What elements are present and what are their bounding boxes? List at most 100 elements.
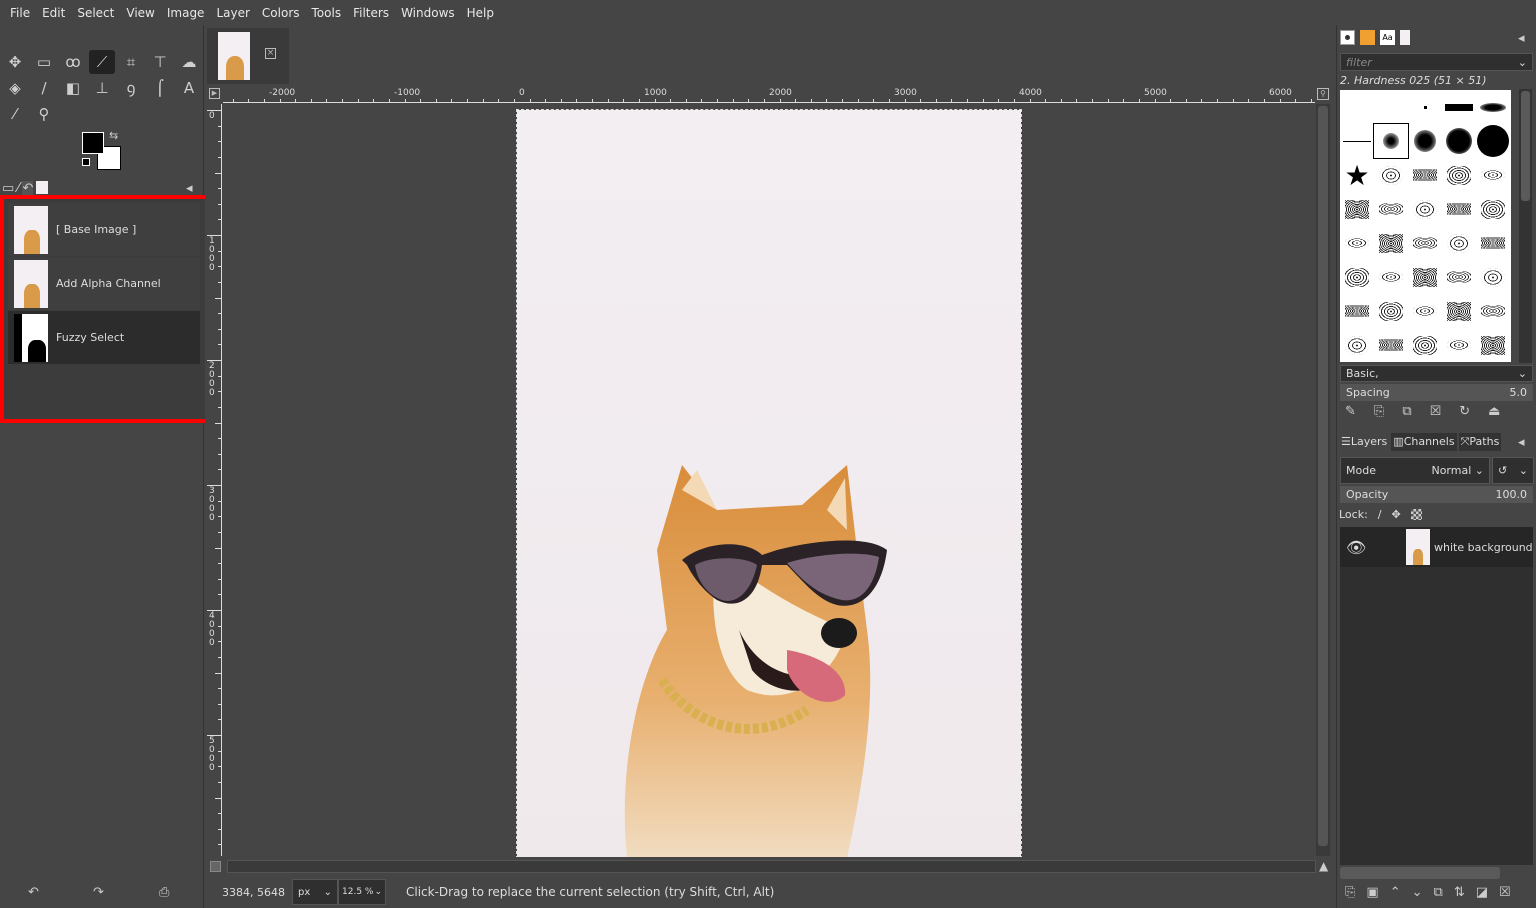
brush-item[interactable] [1442,90,1476,124]
swap-colors-icon[interactable]: ⇆ [109,129,118,142]
brush-item[interactable] [1374,192,1408,226]
brush-item[interactable] [1476,328,1510,362]
menu-view[interactable]: View [120,6,160,20]
brush-item[interactable] [1442,260,1476,294]
panel-menu-icon[interactable]: ◂ [186,181,193,196]
panel-menu-icon[interactable]: ◂ [1518,435,1525,450]
brushes-grid[interactable]: ★ [1340,90,1511,362]
brush-item[interactable] [1340,192,1374,226]
text-icon[interactable]: A [176,76,202,100]
clone-icon[interactable]: ⊥ [89,76,115,100]
brush-tag-select[interactable]: Basic, ⌄ [1340,365,1533,382]
brush-item[interactable] [1408,158,1442,192]
delete-brush-icon[interactable]: ☒ [1430,404,1442,419]
menu-select[interactable]: Select [71,6,120,20]
delete-layer-icon[interactable]: ☒ [1499,885,1511,900]
smudge-icon[interactable]: ꝯ [118,76,144,100]
brush-item[interactable] [1442,158,1476,192]
brush-item[interactable] [1340,294,1374,328]
open-brush-icon[interactable]: ⏏ [1488,404,1500,419]
brushes-scrollbar[interactable] [1519,89,1532,363]
image-canvas[interactable] [516,109,1022,857]
menu-colors[interactable]: Colors [256,6,306,20]
layer-mask-icon[interactable]: ◪ [1476,885,1488,900]
brush-item[interactable] [1476,294,1510,328]
warp-icon[interactable]: ☁ [176,50,202,74]
layers-hscrollbar[interactable] [1340,867,1500,879]
brush-item[interactable] [1340,124,1374,158]
mode-select[interactable]: Mode Normal ⌄ [1340,457,1490,484]
brush-item[interactable] [1374,294,1408,328]
brush-item[interactable] [1408,124,1442,158]
layer-row[interactable]: 👁 white background [1340,527,1533,567]
raise-layer-icon[interactable]: ⌃ [1390,885,1401,900]
lock-pixels-icon[interactable]: ∕ [1378,508,1382,521]
transform-icon[interactable]: ⊤ [147,50,173,74]
close-tab-icon[interactable]: × [265,48,276,59]
duplicate-brush-icon[interactable]: ⧉ [1402,404,1411,419]
lock-position-icon[interactable]: ✥ [1392,508,1401,521]
redo-icon[interactable]: ↷ [93,885,104,900]
menu-filters[interactable]: Filters [347,6,395,20]
ruler-menu-icon[interactable]: ▶ [209,88,220,99]
bucket-fill-icon[interactable]: ◈ [2,76,28,100]
composite-mode-select[interactable]: ↺ ⌄ [1492,457,1534,484]
move-icon[interactable]: ✥ [2,50,28,74]
zoom-select[interactable]: 12.5 % ⌄ [338,879,386,905]
image-tab[interactable]: × [207,28,289,84]
fonts-tab-icon[interactable]: Aa [1380,30,1395,45]
brush-item[interactable] [1374,158,1408,192]
color-picker-icon[interactable]: ⁄ [2,102,28,126]
history-item[interactable]: [ Base Image ] [8,203,200,256]
new-brush-icon[interactable]: ⎘ [1374,404,1384,419]
brush-item[interactable] [1374,90,1408,124]
brush-item[interactable] [1374,226,1408,260]
navigate-icon[interactable]: ▲ [1319,859,1328,873]
brush-item[interactable] [1476,260,1510,294]
history-item[interactable]: Fuzzy Select [8,311,200,364]
reset-colors-icon[interactable] [82,158,90,166]
tab-channels[interactable]: ▥Channels [1391,433,1457,451]
quick-mask-icon[interactable] [210,861,221,872]
zoom-fit-icon[interactable]: ⚲ [1317,88,1329,100]
lock-alpha-icon[interactable] [1410,509,1422,520]
lower-layer-icon[interactable]: ⌄ [1412,885,1423,900]
tab-layers[interactable]: ☰Layers [1339,433,1389,451]
brush-item[interactable] [1408,192,1442,226]
duplicate-layer-icon[interactable]: ⧉ [1434,885,1443,900]
menu-file[interactable]: File [4,6,36,20]
brush-item[interactable] [1442,226,1476,260]
refresh-brushes-icon[interactable]: ↻ [1459,404,1470,419]
lasso-icon[interactable]: ꝏ [60,50,86,74]
brush-item[interactable] [1340,226,1374,260]
brush-item[interactable] [1476,124,1510,158]
unit-select[interactable]: px ⌄ [292,879,338,905]
brush-item[interactable] [1340,328,1374,362]
edit-brush-icon[interactable]: ✎ [1345,404,1356,419]
eraser-icon[interactable]: ◧ [60,76,86,100]
images-tab-icon[interactable] [36,181,49,194]
menu-layer[interactable]: Layer [210,6,255,20]
undo-history-tab-icon[interactable]: ↶ [22,181,34,196]
brush-item[interactable] [1476,226,1510,260]
brush-item[interactable] [1442,328,1476,362]
opacity-slider[interactable]: Opacity 100.0 [1340,486,1533,503]
brush-item[interactable]: ★ [1340,158,1374,192]
undo-icon[interactable]: ↶ [28,885,39,900]
brush-item[interactable] [1340,90,1374,124]
zoom-icon[interactable]: ⚲ [31,102,57,126]
crop-icon[interactable]: ⌗ [118,50,144,74]
menu-edit[interactable]: Edit [36,6,71,20]
brush-item[interactable] [1340,260,1374,294]
clear-history-icon[interactable]: ⎙ [159,885,169,900]
menu-windows[interactable]: Windows [395,6,461,20]
brush-item[interactable] [1442,192,1476,226]
menu-tools[interactable]: Tools [306,6,348,20]
brush-item[interactable] [1408,328,1442,362]
panel-menu-icon[interactable]: ◂ [1518,31,1525,46]
brush-item[interactable] [1408,90,1442,124]
patterns-tab-icon[interactable] [1360,30,1375,45]
brush-item[interactable] [1476,192,1510,226]
brush-item[interactable] [1476,158,1510,192]
tab-paths[interactable]: ⤧Paths [1458,433,1502,451]
